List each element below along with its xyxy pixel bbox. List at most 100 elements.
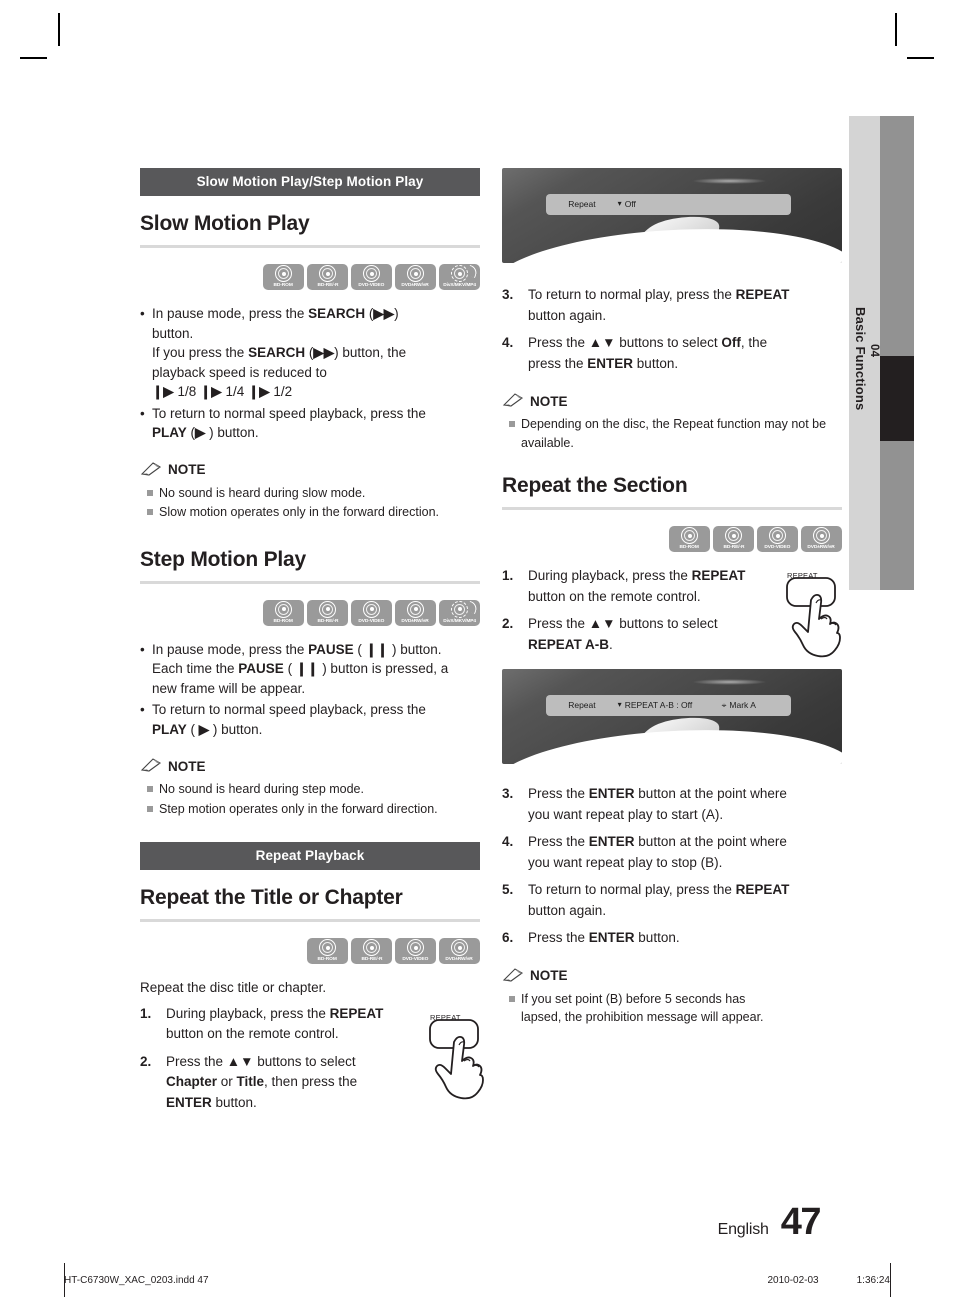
note-header: NOTE	[140, 461, 480, 479]
pencil-icon	[502, 967, 524, 985]
disc-icon-bd-re-r: BD-RE/-R	[307, 599, 348, 626]
note-item: Slow motion operates only in the forward…	[140, 503, 480, 522]
bullet-step-2: • To return to normal speed playback, pr…	[140, 702, 426, 737]
note-item: No sound is heard during step mode.	[140, 780, 480, 799]
banner-slow-step: Slow Motion Play/Step Motion Play	[140, 168, 480, 196]
disc-icon-bd-re-r: BD-RE/-R	[351, 938, 392, 964]
note-item: No sound is heard during slow mode.	[140, 484, 480, 503]
osd-field-value: ▾ Off	[617, 199, 636, 210]
osd-field-label: Repeat	[568, 700, 596, 711]
tv-screenshot-repeat-ab: Repeat ▾ REPEAT A-B : Off ⌖ Mark A	[502, 669, 842, 765]
pencil-icon	[140, 757, 162, 775]
bullet-slow-1: • In pause mode, press the SEARCH (▶▶) b…	[140, 306, 407, 399]
note-label: NOTE	[168, 462, 206, 477]
disc-compatibility-row-slow: BD-ROM BD-RE/-R DVD-VIDEO DVD±RW/±R DivX…	[140, 264, 480, 290]
heading-step-motion-play: Step Motion Play	[140, 547, 306, 571]
step-item: 6. Press the ENTER button.	[502, 930, 680, 946]
crop-mark-top-left-horizontal	[20, 57, 47, 59]
step-item: 5. To return to normal play, press the R…	[502, 882, 790, 918]
print-file-name: HT-C6730W_XAC_0203.indd 47	[64, 1274, 209, 1286]
heading-repeat-title-chapter: Repeat the Title or Chapter	[140, 886, 403, 909]
left-column: Slow Motion Play/Step Motion Play Slow M…	[140, 168, 484, 1120]
pencil-icon	[140, 461, 162, 479]
note-label: NOTE	[530, 393, 568, 409]
note-repeat-section: NOTE If you set point (B) before 5 secon…	[502, 967, 842, 1027]
disc-icon-bd-rom: BD-ROM	[263, 264, 304, 290]
osd-bar-repeat-off: Repeat ▾ Off	[546, 193, 791, 215]
crop-mark-top-right-vertical	[895, 13, 897, 46]
chapter-side-tab: 04 Basic Functions	[849, 116, 914, 590]
note-list: Depending on the disc, the Repeat functi…	[502, 415, 842, 452]
banner-repeat-playback: Repeat Playback	[140, 842, 480, 870]
page-footer: English 47	[717, 1201, 822, 1244]
note-item: Step motion operates only in the forward…	[140, 800, 480, 819]
disc-icon-bd-re-r: BD-RE/-R	[307, 264, 348, 290]
heading-rule	[140, 245, 480, 248]
pencil-icon	[502, 392, 524, 410]
disc-icon-dvd-rw-r: DVD±RW/±R	[439, 938, 480, 964]
note-header: NOTE	[140, 757, 480, 775]
note-header: NOTE	[502, 392, 842, 410]
heading-repeat-section: Repeat the Section	[502, 474, 688, 498]
print-info-bar: HT-C6730W_XAC_0203.indd 47 2010-02-03 1:…	[64, 1267, 890, 1293]
heading-rule	[140, 919, 480, 922]
heading-slow-motion-play: Slow Motion Play	[140, 212, 310, 235]
disc-icon-bd-rom: BD-ROM	[307, 938, 348, 964]
note-item: If you set point (B) before 5 seconds ha…	[502, 990, 842, 1027]
steps-repeat-title-continued: 3. To return to normal play, press the R…	[502, 285, 842, 374]
disc-compatibility-row-repeat-section: BD-ROM BD-RE/-R DVD-VIDEO DVD±RW/±R	[502, 526, 842, 553]
side-tab-dark-band	[880, 116, 914, 590]
disc-icon-bd-rom: BD-ROM	[669, 526, 710, 553]
note-header: NOTE	[502, 967, 842, 985]
disc-icon-dvd-video: DVD-VIDEO	[395, 938, 436, 964]
step-item: 4. Press the ENTER button at the point w…	[502, 834, 787, 870]
chapter-number: 04	[868, 344, 880, 358]
disc-icon-bd-re-r: BD-RE/-R	[713, 526, 754, 553]
disc-icon-dvd-rw-r: DVD±RW/±R	[801, 526, 842, 553]
side-tab-text: 04 Basic Functions	[849, 116, 880, 590]
steps-repeat-section-continued: 3. Press the ENTER button at the point w…	[502, 784, 842, 949]
crop-mark-top-right-horizontal	[907, 57, 934, 59]
step-item: 4. Press the ▲▼ buttons to select Off, t…	[502, 335, 768, 371]
disc-compatibility-row-repeat-title: BD-ROM BD-RE/-R DVD-VIDEO DVD±RW/±R	[140, 938, 480, 964]
bullet-step-1: • In pause mode, press the PAUSE ( ❙❙ ) …	[140, 641, 449, 696]
osd-field-value: ▾ REPEAT A-B : Off	[617, 700, 693, 711]
repeat-title-intro: Repeat the disc title or chapter.	[140, 980, 327, 995]
note-step-motion: NOTE No sound is heard during step mode.…	[140, 757, 480, 818]
footer-page-number: 47	[780, 1201, 822, 1243]
disc-icon-dvd-video: DVD-VIDEO	[351, 264, 392, 290]
print-time: 1:36:24	[856, 1274, 890, 1286]
step-item: 3. To return to normal play, press the R…	[502, 287, 790, 323]
note-list: No sound is heard during step mode. Step…	[140, 780, 480, 818]
manual-page: 04 Basic Functions Slow Motion Play/Step…	[0, 0, 954, 1307]
heading-rule	[502, 507, 842, 511]
chapter-title: Basic Functions	[853, 307, 868, 411]
note-list: If you set point (B) before 5 seconds ha…	[502, 990, 842, 1027]
side-tab-current-marker	[880, 356, 914, 441]
updown-icon: ▾	[617, 199, 622, 209]
steps-repeat-title: 1. During playback, press the REPEAT butt…	[140, 1004, 484, 1114]
disc-icon-dvd-video: DVD-VIDEO	[351, 599, 392, 626]
heading-rule	[140, 580, 480, 584]
disc-icon-bd-rom: BD-ROM	[263, 599, 304, 626]
note-label: NOTE	[530, 968, 568, 984]
crop-mark-top-left-vertical	[58, 13, 60, 46]
disc-icon-dvd-video: DVD-VIDEO	[757, 526, 798, 553]
steps-repeat-section: 1. During playback, press the REPEAT butt…	[502, 566, 842, 658]
updown-icon: ▾	[617, 700, 622, 710]
osd-bar-repeat-ab: Repeat ▾ REPEAT A-B : Off ⌖ Mark A	[546, 694, 791, 716]
note-label: NOTE	[168, 758, 206, 774]
disc-icon-divx: DivX/MKV/MP4	[439, 264, 480, 290]
osd-field-label: Repeat	[568, 199, 596, 210]
disc-icon-divx: DivX/MKV/MP4	[439, 599, 480, 626]
enter-icon: ⌖	[721, 699, 727, 710]
note-slow-motion: NOTE No sound is heard during slow mode.…	[140, 461, 480, 522]
note-repeat-title: NOTE Depending on the disc, the Repeat f…	[502, 392, 842, 452]
osd-mark-a: ⌖ Mark A	[721, 699, 756, 711]
tv-screenshot-repeat-off: Repeat ▾ Off	[502, 168, 842, 264]
remote-repeat-button-illustration: REPEAT	[428, 1000, 494, 1100]
disc-icon-dvd-rw-r: DVD±RW/±R	[395, 264, 436, 290]
footer-language: English	[717, 1221, 769, 1238]
step-item: 3. Press the ENTER button at the point w…	[502, 786, 787, 822]
print-info-right-rule	[890, 1263, 891, 1297]
